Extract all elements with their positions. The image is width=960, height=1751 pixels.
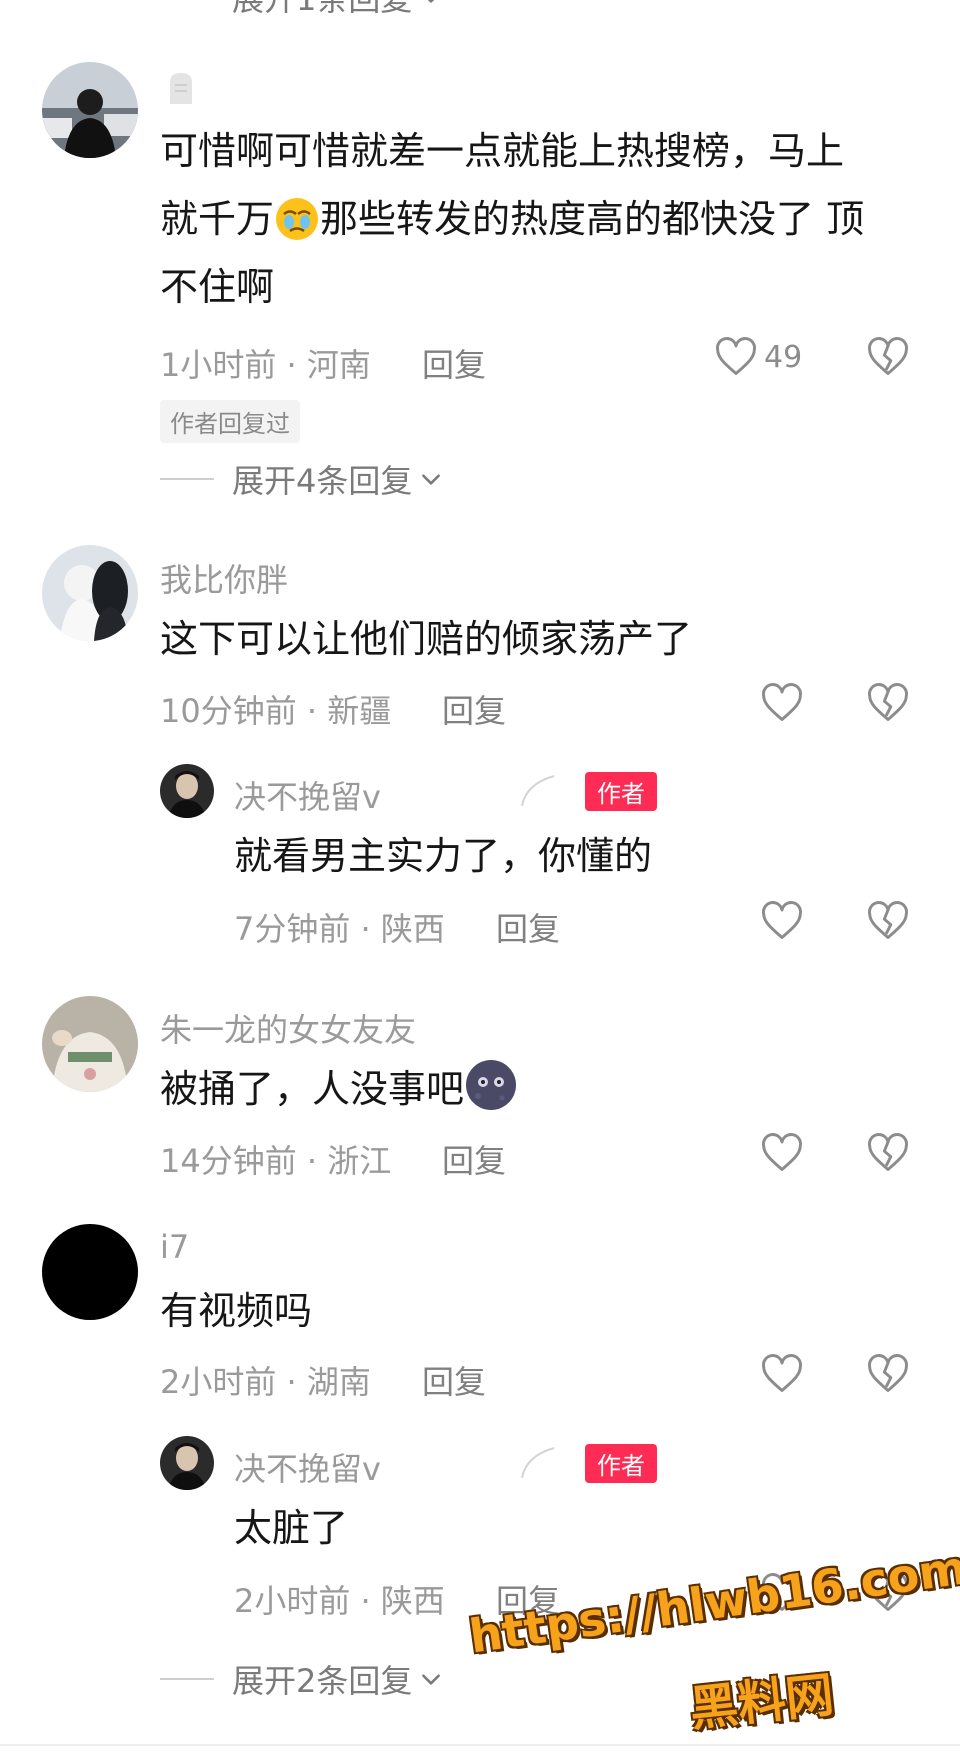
replier-name[interactable]: 决不挽留v xyxy=(234,772,381,818)
comment-text: 有视频吗 xyxy=(160,1289,313,1333)
reply-button[interactable]: 回复 xyxy=(422,1357,486,1403)
comment-text-fragment: 那些转发的热度高的都快没了 顶 xyxy=(320,197,865,241)
broken-heart-icon[interactable] xyxy=(866,682,910,724)
name-icon xyxy=(170,73,192,104)
comment-meta: 1小时前 · 河南 xyxy=(160,346,371,384)
moon-face-emoji-icon xyxy=(466,1060,517,1110)
heart-icon xyxy=(716,337,756,375)
comment-meta: 14分钟前 · 浙江 xyxy=(160,1142,392,1180)
avatar[interactable] xyxy=(160,1436,214,1490)
bottom-divider xyxy=(0,1744,960,1746)
heart-icon[interactable] xyxy=(760,682,804,724)
avatar[interactable] xyxy=(42,545,138,641)
broken-heart-icon[interactable] xyxy=(866,1132,910,1174)
comment-text-fragment: 就千万 xyxy=(160,197,275,241)
heart-icon[interactable] xyxy=(760,900,804,942)
replier-name[interactable]: 决不挽留v xyxy=(234,1444,381,1490)
heart-icon[interactable] xyxy=(760,1353,804,1395)
broken-heart-icon[interactable] xyxy=(866,1353,910,1395)
chevron-down-icon xyxy=(422,1674,441,1685)
comment-text: 这下可以让他们赔的倾家荡产了 xyxy=(160,617,693,661)
heart-icon[interactable] xyxy=(760,1132,804,1174)
comment-text-line: 可惜啊可惜就差一点就能上热搜榜，马上 xyxy=(160,129,845,173)
crying-emoji-icon xyxy=(276,198,319,240)
comment-meta: 7分钟前 · 陕西 xyxy=(234,910,445,948)
chevron-down-icon xyxy=(428,0,435,3)
reply-button[interactable]: 回复 xyxy=(442,686,506,732)
chevron-down-icon xyxy=(422,474,441,485)
commenter-name[interactable]: 朱一龙的女女友友 xyxy=(160,1005,416,1051)
avatar[interactable] xyxy=(42,996,138,1092)
expand-replies-button[interactable]: 展开4条回复 xyxy=(160,456,444,502)
divider-line xyxy=(160,478,214,480)
reply-arrow-icon xyxy=(521,775,555,807)
like-count: 49 xyxy=(764,339,803,375)
comment-text-line: 不住啊 xyxy=(160,265,275,309)
expand-replies-top[interactable]: 展开1条回复 xyxy=(160,0,444,20)
broken-heart-icon[interactable] xyxy=(866,336,910,378)
comment-meta: 10分钟前 · 新疆 xyxy=(160,692,392,730)
divider-line xyxy=(160,1678,214,1680)
broken-heart-icon[interactable] xyxy=(866,900,910,942)
comment-text: 太脏了 xyxy=(234,1506,349,1550)
comment-meta: 2小时前 · 湖南 xyxy=(160,1363,371,1401)
comment-text-line: 就千万 那些转发的热度高的都快没了 顶 xyxy=(160,185,920,253)
avatar[interactable] xyxy=(42,62,138,158)
author-tag: 作者 xyxy=(585,1444,657,1483)
expand-replies-label: 展开1条回复 xyxy=(232,0,412,20)
watermark-url: https://hlwb16.com xyxy=(466,1540,960,1664)
expand-replies-button[interactable]: 展开2条回复 xyxy=(160,1656,444,1702)
comment-text: 就看男主实力了，你懂的 xyxy=(234,834,653,878)
author-tag: 作者 xyxy=(585,772,657,811)
watermark-site-name: 黑料网 xyxy=(687,1666,837,1738)
reply-button[interactable]: 回复 xyxy=(496,904,560,950)
comment-text: 可惜啊可惜就差一点就能上热搜榜，马上 就千万 那些转发的热度高的都快没了 顶 不住… xyxy=(160,117,920,321)
reply-button[interactable]: 回复 xyxy=(442,1136,506,1182)
comment-meta: 2小时前 · 陕西 xyxy=(234,1582,445,1620)
comment-text-fragment: 被捅了，人没事吧 xyxy=(160,1067,465,1111)
author-replied-badge: 作者回复过 xyxy=(160,400,300,443)
expand-replies-label: 展开4条回复 xyxy=(232,462,413,500)
reply-arrow-icon xyxy=(521,1447,555,1479)
commenter-name[interactable]: 我比你胖 xyxy=(160,555,288,601)
comment-text: 被捅了，人没事吧 xyxy=(160,1055,518,1123)
expand-replies-label: 展开2条回复 xyxy=(232,1662,413,1700)
avatar[interactable] xyxy=(42,1224,138,1320)
commenter-name[interactable]: i7 xyxy=(160,1228,189,1266)
like-button[interactable]: 49 xyxy=(714,336,802,378)
reply-button[interactable]: 回复 xyxy=(422,340,486,386)
avatar[interactable] xyxy=(160,764,214,818)
